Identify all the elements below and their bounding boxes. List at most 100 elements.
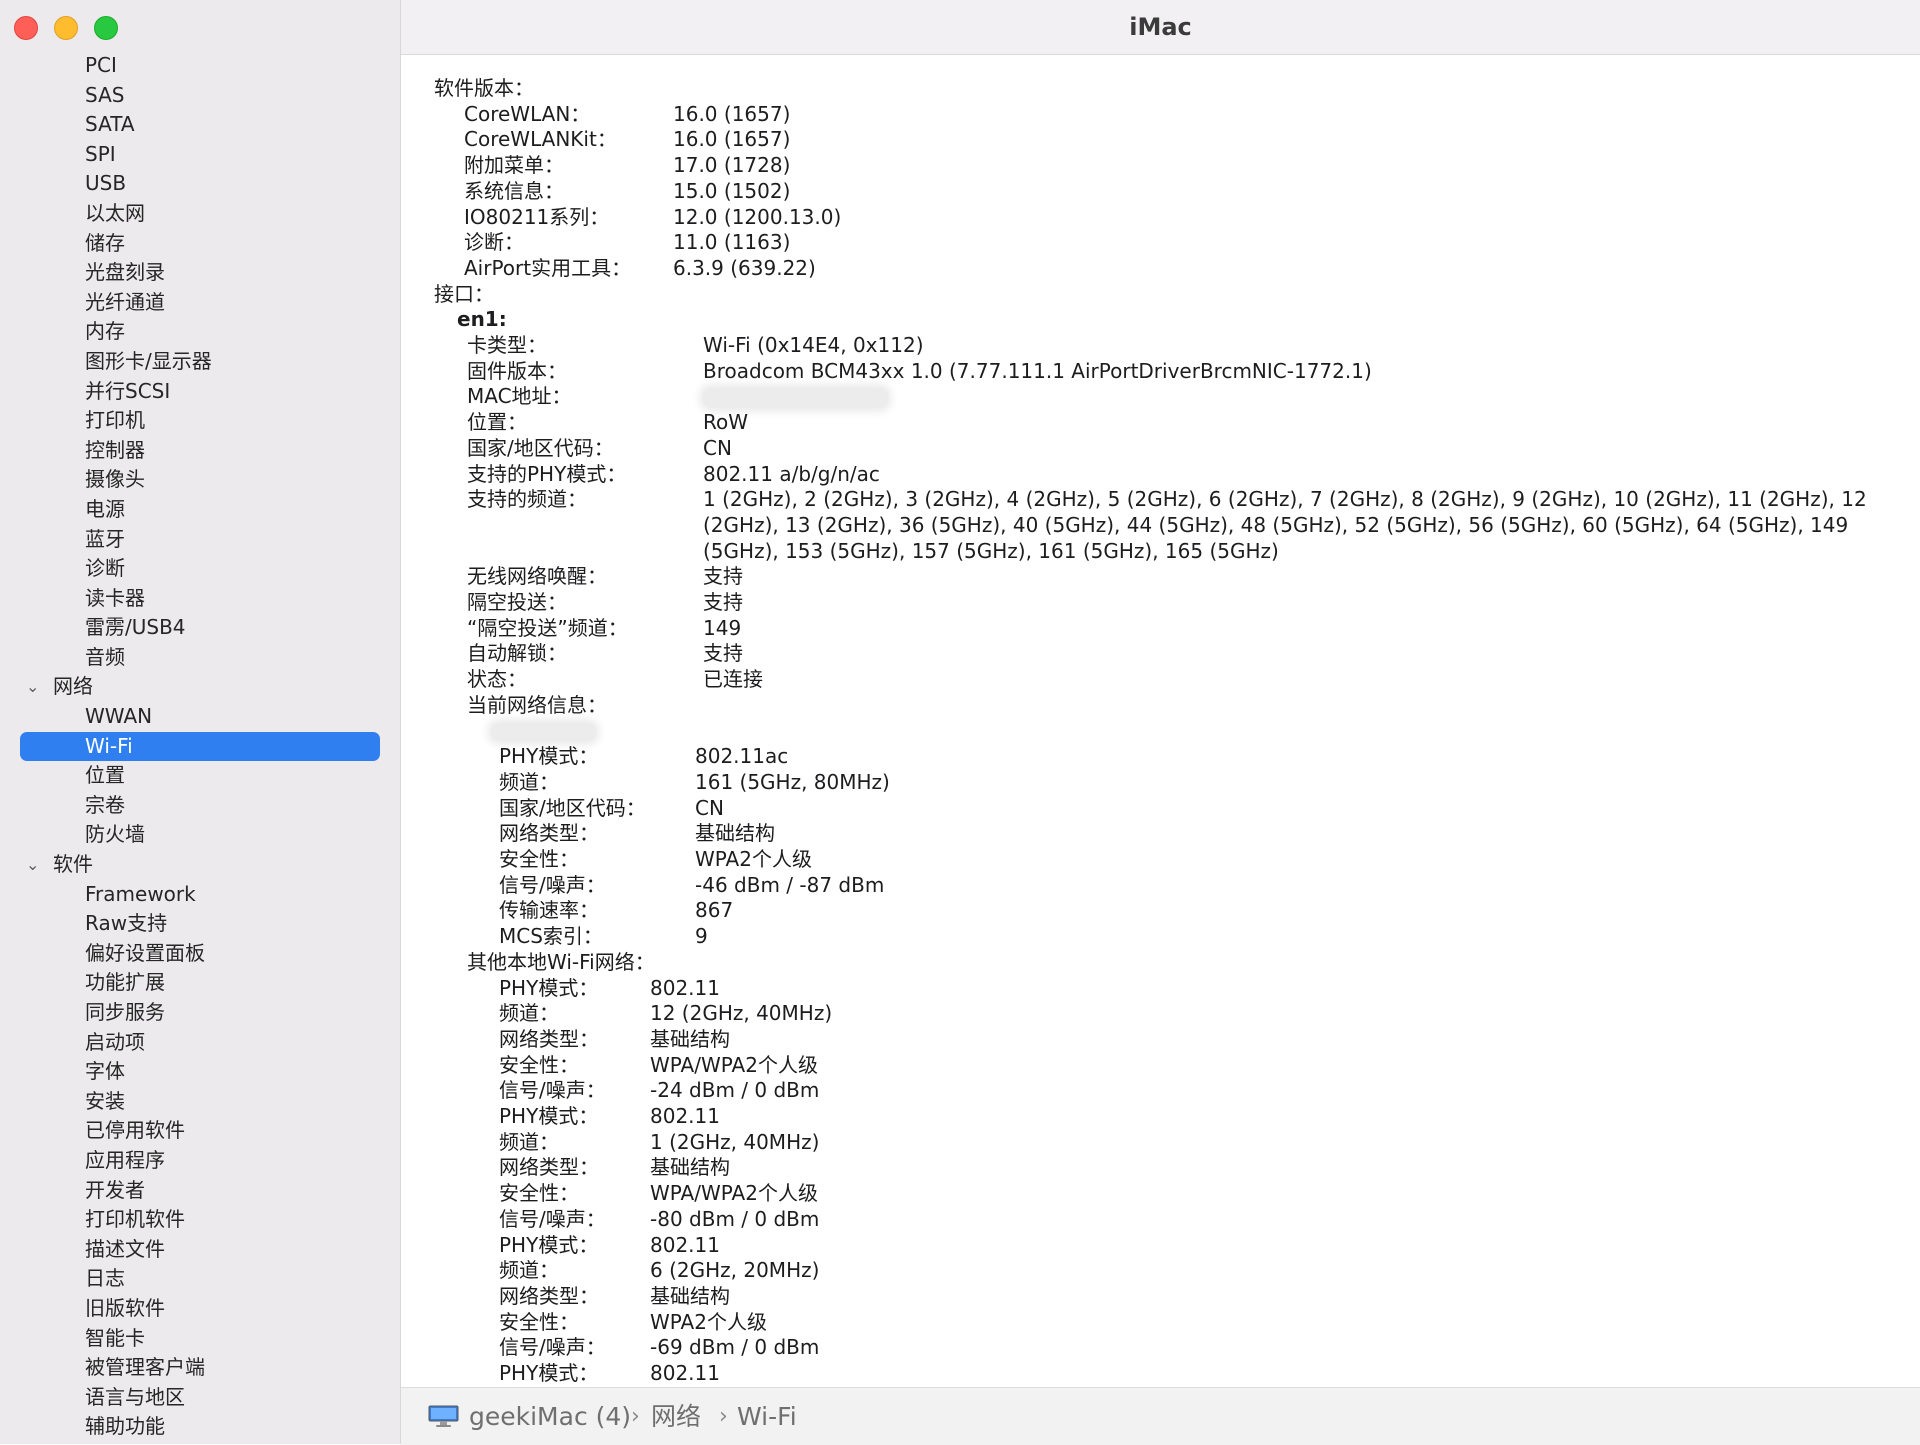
detail-row: PHY模式： 802.11ac <box>401 744 1920 770</box>
sidebar-item[interactable]: 控制器 <box>0 436 400 466</box>
sidebar-item[interactable]: 蓝牙 <box>0 525 400 555</box>
sidebar-group[interactable]: ⌄ 软件 <box>0 850 400 880</box>
sidebar-item-label: 偏好设置面板 <box>85 940 205 965</box>
detail-key: MCS索引： <box>499 924 603 949</box>
detail-row: 系统信息： 15.0 (1502) <box>401 179 1920 205</box>
sidebar-item[interactable]: 宗卷 <box>0 791 400 821</box>
sidebar-item[interactable]: 已停用软件 <box>0 1116 400 1146</box>
sidebar-item[interactable]: 读卡器 <box>0 584 400 614</box>
sidebar-item[interactable]: SATA <box>0 110 400 140</box>
zoom-button[interactable] <box>94 16 118 40</box>
sidebar-item[interactable]: 光盘刻录 <box>0 258 400 288</box>
sidebar-item[interactable]: USB <box>0 169 400 199</box>
sidebar-item[interactable]: 内存 <box>0 317 400 347</box>
detail-key: 网络类型： <box>499 1283 599 1308</box>
detail-row: 信号/噪声： -46 dBm / -87 dBm <box>401 873 1920 899</box>
redacted-network-name <box>491 722 596 741</box>
detail-value: 12.0 (1200.13.0) <box>673 204 842 229</box>
sidebar-item-label: 以太网 <box>85 200 145 225</box>
sidebar-item[interactable]: 打印机软件 <box>0 1205 400 1235</box>
sidebar-item[interactable]: 日志 <box>0 1264 400 1294</box>
sidebar-item[interactable]: 防火墙 <box>0 820 400 850</box>
sidebar-item[interactable]: 同步服务 <box>0 998 400 1028</box>
detail-value: 9 <box>695 924 708 949</box>
sidebar-item[interactable]: 图形卡/显示器 <box>0 347 400 377</box>
detail-row: 安全性： WPA2个人级 <box>401 1310 1920 1336</box>
minimize-button[interactable] <box>54 16 78 40</box>
chevron-down-icon[interactable]: ⌄ <box>26 850 39 880</box>
sidebar-item[interactable]: 以太网 <box>0 199 400 229</box>
sidebar-item[interactable]: 电源 <box>0 495 400 525</box>
detail-value: -69 dBm / 0 dBm <box>650 1335 820 1360</box>
sidebar-item[interactable]: 被管理客户端 <box>0 1353 400 1383</box>
sidebar-item-label: 蓝牙 <box>85 526 125 551</box>
sidebar-item[interactable]: 摄像头 <box>0 465 400 495</box>
detail-value: 支持 <box>703 564 743 589</box>
sidebar-item-label: 网络 <box>53 674 93 699</box>
sidebar-item[interactable]: 雷雳/USB4 <box>0 613 400 643</box>
detail-row: 自动解锁： 支持 <box>401 641 1920 667</box>
detail-key: 安全性： <box>499 1181 579 1206</box>
path-segment-network[interactable]: 网络 <box>651 1388 701 1445</box>
sidebar-item-label: 智能卡 <box>85 1325 145 1350</box>
path-segment-wifi[interactable]: Wi-Fi <box>737 1388 797 1445</box>
sidebar-item[interactable]: WWAN <box>0 702 400 732</box>
sidebar-item-label: 音频 <box>85 644 125 669</box>
sidebar-item[interactable]: 音频 <box>0 643 400 673</box>
sidebar-item[interactable]: 智能卡 <box>0 1324 400 1354</box>
sidebar-item-label: SAS <box>85 82 125 107</box>
sidebar-item[interactable]: 光纤通道 <box>0 288 400 318</box>
detail-key: PHY模式： <box>499 1104 599 1129</box>
path-segment-computer[interactable]: geekiMac (4) <box>469 1388 631 1445</box>
sidebar-item[interactable]: 诊断 <box>0 554 400 584</box>
sidebar-item[interactable]: PCI <box>0 51 400 81</box>
detail-row: 当前网络信息： <box>401 693 1920 719</box>
sidebar-item[interactable]: SAS <box>0 81 400 111</box>
close-button[interactable] <box>14 16 38 40</box>
sidebar-item[interactable]: Wi-Fi <box>20 731 380 762</box>
sidebar-item[interactable]: 应用程序 <box>0 1146 400 1176</box>
sidebar-item-label: SPI <box>85 141 116 166</box>
detail-value: -24 dBm / 0 dBm <box>650 1078 820 1103</box>
detail-value: 802.11 <box>650 1361 720 1386</box>
sidebar-item[interactable]: 启动项 <box>0 1028 400 1058</box>
sidebar-item[interactable]: 功能扩展 <box>0 968 400 998</box>
detail-key: 固件版本： <box>467 358 567 383</box>
detail-value: RoW <box>703 410 749 435</box>
detail-row: 软件版本： <box>401 76 1920 102</box>
sidebar-item[interactable]: 描述文件 <box>0 1235 400 1265</box>
sidebar-item-label: 打印机软件 <box>85 1207 185 1232</box>
sidebar-item[interactable]: 辅助功能 <box>0 1412 400 1442</box>
chevron-down-icon[interactable]: ⌄ <box>26 672 39 702</box>
detail-row: 卡类型： Wi-Fi (0x14E4, 0x112) <box>401 333 1920 359</box>
sidebar-item[interactable]: 位置 <box>0 761 400 791</box>
detail-row: 信号/噪声： -69 dBm / 0 dBm <box>401 1335 1920 1361</box>
detail-row: PHY模式： 802.11 <box>401 1104 1920 1130</box>
detail-row: 附加菜单： 17.0 (1728) <box>401 153 1920 179</box>
sidebar-item[interactable]: SPI <box>0 140 400 170</box>
sidebar-item[interactable]: 旧版软件 <box>0 1294 400 1324</box>
sidebar-item[interactable]: 开发者 <box>0 1176 400 1206</box>
detail-value: WPA2个人级 <box>650 1309 767 1334</box>
detail-row: IO80211系列： 12.0 (1200.13.0) <box>401 205 1920 231</box>
detail-key: en1: <box>457 307 507 332</box>
detail-key: 接口： <box>434 281 494 306</box>
detail-value: 支持 <box>703 590 743 615</box>
detail-key: 网络类型： <box>499 1155 599 1180</box>
sidebar-item[interactable]: Raw支持 <box>0 909 400 939</box>
sidebar-item[interactable]: 偏好设置面板 <box>0 939 400 969</box>
detail-pane[interactable]: 软件版本： CoreWLAN： 16.0 (1657) CoreWLANKit： 16.… <box>401 55 1920 1386</box>
sidebar-item[interactable]: 储存 <box>0 229 400 259</box>
sidebar-item[interactable]: Framework <box>0 880 400 910</box>
detail-value: 802.11 <box>650 1104 720 1129</box>
detail-row: 网络类型： 基础结构 <box>401 1027 1920 1053</box>
sidebar-item[interactable]: 并行SCSI <box>0 377 400 407</box>
sidebar-item[interactable]: 安装 <box>0 1087 400 1117</box>
sidebar-item[interactable]: 语言与地区 <box>0 1383 400 1413</box>
sidebar-item[interactable]: 打印机 <box>0 406 400 436</box>
sidebar-group[interactable]: ⌄ 网络 <box>0 672 400 702</box>
sidebar-item-label: 控制器 <box>85 437 145 462</box>
detail-key: 信号/噪声： <box>499 1335 606 1360</box>
sidebar-item[interactable]: 字体 <box>0 1057 400 1087</box>
detail-key: “隔空投送”频道： <box>467 615 628 640</box>
